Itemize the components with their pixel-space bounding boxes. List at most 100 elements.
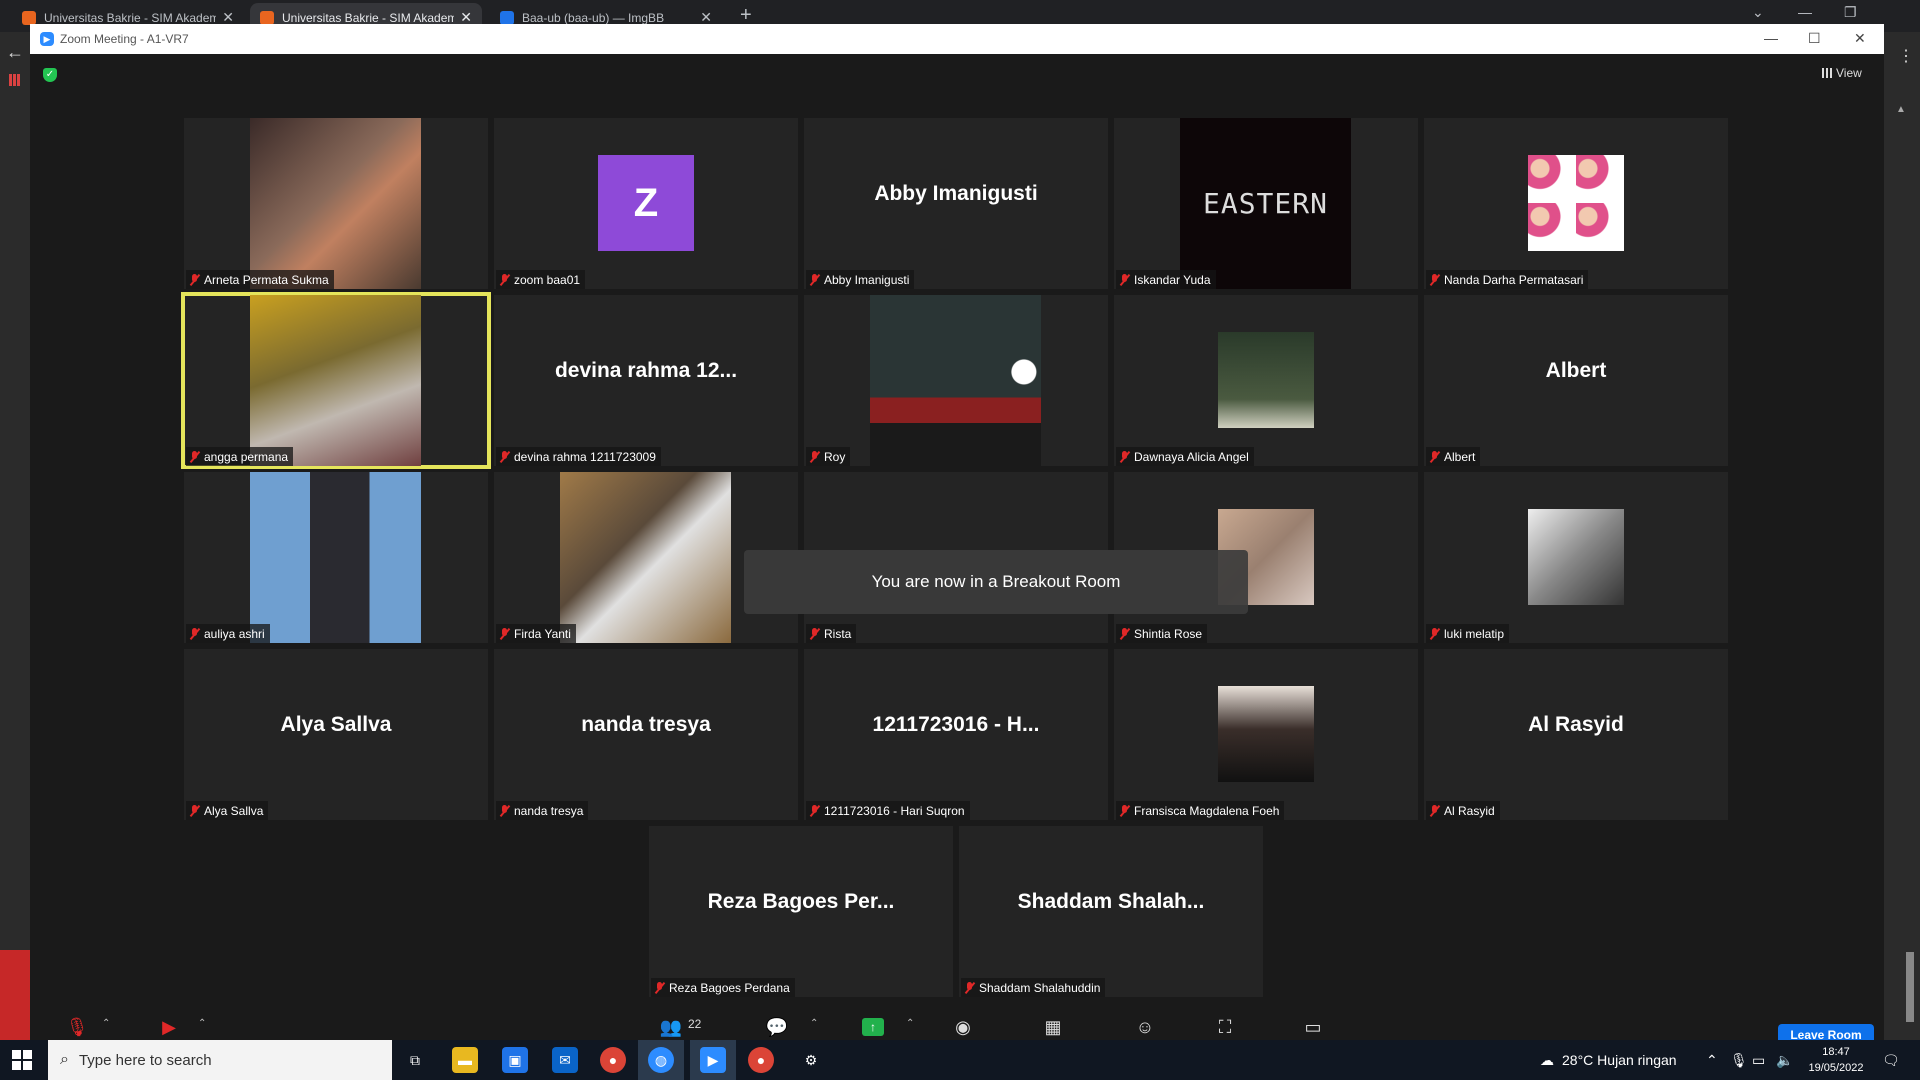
participant-display-name: devina rahma 12... (554, 358, 738, 382)
participant-tile[interactable]: Albert Albert (1424, 295, 1728, 466)
breakout-rooms-button[interactable]: ▦ (1040, 1014, 1066, 1040)
participant-nameplate: Abby Imanigusti (806, 270, 915, 289)
chat-button[interactable]: 💬 (764, 1014, 790, 1040)
participant-nameplate: Reza Bagoes Perdana (651, 978, 795, 997)
participant-tile[interactable]: 1211723016 - H... 1211723016 - Hari Suqr… (804, 649, 1108, 820)
participant-display-name: Shaddam Shalah... (1017, 889, 1205, 913)
muted-mic-icon (1120, 273, 1129, 286)
settings-gear-icon[interactable]: ⚙ (798, 1047, 824, 1073)
chat-options-chevron-icon[interactable]: ⌃ (810, 1018, 818, 1029)
participant-nameplate: Dawnaya Alicia Angel (1116, 447, 1254, 466)
participant-nameplate: Shaddam Shalahuddin (961, 978, 1106, 997)
store-icon[interactable]: ▣ (502, 1047, 528, 1073)
audio-options-chevron-icon[interactable]: ⌃ (102, 1018, 110, 1029)
mail-icon[interactable]: ✉ (552, 1047, 578, 1073)
volume-icon[interactable]: 🔈 (1776, 1040, 1793, 1080)
share-screen-button[interactable]: ↑ (862, 1018, 884, 1036)
participant-tile[interactable]: Alya Sallva Alya Sallva (184, 649, 488, 820)
start-video-button[interactable]: ▶ (156, 1014, 182, 1040)
participant-nameplate: Shintia Rose (1116, 624, 1208, 643)
muted-mic-icon (500, 450, 509, 463)
view-button[interactable]: View (1822, 66, 1862, 80)
minimize-icon[interactable]: — (1798, 4, 1812, 20)
participant-tile[interactable]: Arneta Permata Sukma (184, 118, 488, 289)
participant-tile[interactable]: Nanda Darha Permatasari (1424, 118, 1728, 289)
windows-start-icon[interactable] (12, 1050, 32, 1070)
participant-display-name: Reza Bagoes Per... (707, 889, 895, 913)
participant-nameplate: Rista (806, 624, 857, 643)
participant-tile[interactable]: EASTERN Iskandar Yuda (1114, 118, 1418, 289)
file-explorer-icon[interactable]: ▬ (452, 1047, 478, 1073)
tray-overflow-chevron-icon[interactable]: ⌃ (1706, 1040, 1718, 1080)
muted-mic-icon (810, 627, 819, 640)
whiteboard-button[interactable]: ▭ (1300, 1014, 1326, 1040)
participant-tile[interactable]: Al Rasyid Al Rasyid (1424, 649, 1728, 820)
notifications-icon[interactable]: 🗨 (1882, 1040, 1900, 1080)
record-button[interactable]: ◉ (950, 1014, 976, 1040)
university-favicon-icon (260, 10, 274, 25)
zoom-app-icon[interactable]: ▶ (700, 1047, 726, 1073)
minimize-icon[interactable]: — (1764, 30, 1778, 46)
grid-view-icon (1822, 68, 1832, 78)
participant-nameplate: auliya ashri (186, 624, 270, 643)
search-placeholder: Type here to search (78, 1051, 212, 1069)
unmute-button[interactable]: 🎙 (64, 1014, 90, 1040)
participant-tile[interactable]: nanda tresya nanda tresya (494, 649, 798, 820)
back-arrow-icon[interactable]: ← (6, 42, 24, 63)
reactions-button[interactable]: ☺ (1132, 1014, 1158, 1040)
taskbar-clock[interactable]: 18:47 19/05/2022 (1806, 1044, 1866, 1076)
app-icon[interactable]: ◍ (648, 1047, 674, 1073)
participant-nameplate: Fransisca Magdalena Foeh (1116, 801, 1285, 820)
microphone-icon[interactable]: 🎙 (1730, 1040, 1748, 1080)
task-view-icon[interactable]: ⧉ (402, 1047, 428, 1073)
video-feed-photo (870, 295, 1041, 466)
video-feed-photo (250, 118, 421, 289)
video-options-chevron-icon[interactable]: ⌃ (198, 1018, 206, 1029)
restore-icon[interactable]: ❐ (1844, 4, 1857, 21)
browser-menu-icon[interactable]: ⋮ (1898, 46, 1914, 66)
participant-nameplate: Firda Yanti (496, 624, 576, 643)
chrome-icon[interactable]: ● (600, 1047, 626, 1073)
participant-tile[interactable]: luki melatip (1424, 472, 1728, 643)
profile-photo (1218, 686, 1314, 782)
participant-tile[interactable]: Shaddam Shalah... Shaddam Shalahuddin (959, 826, 1263, 997)
muted-mic-icon (190, 627, 199, 640)
maximize-icon[interactable]: ☐ (1808, 30, 1821, 47)
network-icon[interactable]: ▭ (1752, 1040, 1765, 1080)
weather-widget[interactable]: ☁ 28°C Hujan ringan (1540, 1040, 1677, 1080)
participant-tile[interactable]: auliya ashri (184, 472, 488, 643)
participants-button[interactable]: 👥 (658, 1014, 684, 1040)
security-shield-icon[interactable]: ✓ (43, 68, 57, 82)
participant-tile-active-speaker[interactable]: angga permana (181, 292, 491, 469)
video-feed-photo (560, 472, 731, 643)
cloud-rain-icon: ☁ (1540, 1051, 1554, 1068)
zoom-window: ▶ Zoom Meeting - A1-VR7 — ☐ ✕ ✓ View Arn… (30, 24, 1884, 1064)
muted-mic-icon (1120, 627, 1129, 640)
participant-tile[interactable]: Fransisca Magdalena Foeh (1114, 649, 1418, 820)
participant-tile[interactable]: Abby Imanigusti Abby Imanigusti (804, 118, 1108, 289)
browser-tab-label: Baa-ub (baa-ub) — ImgBB (522, 10, 665, 25)
muted-mic-icon (500, 804, 509, 817)
participant-tile[interactable]: devina rahma 12... devina rahma 12117230… (494, 295, 798, 466)
scrollbar-thumb[interactable] (1906, 952, 1914, 1022)
chrome-profile-icon[interactable]: ● (748, 1047, 774, 1073)
participant-tile[interactable]: Roy (804, 295, 1108, 466)
participant-display-name: 1211723016 - H... (872, 712, 1040, 736)
tab-search-chevron-icon[interactable]: ⌄ (1752, 4, 1764, 21)
browser-tab-label: Universitas Bakrie - SIM Akadem (282, 10, 455, 25)
close-icon[interactable]: ✕ (1854, 30, 1866, 47)
apps-button[interactable]: ⛶ (1212, 1014, 1238, 1040)
browser-left-edge: ← (0, 32, 30, 1040)
muted-mic-icon (1120, 450, 1129, 463)
participant-tile[interactable]: Reza Bagoes Per... Reza Bagoes Perdana (649, 826, 953, 997)
taskbar-search-box[interactable]: ⌕ Type here to search (48, 1040, 392, 1080)
participant-tile[interactable]: Dawnaya Alicia Angel (1114, 295, 1418, 466)
participant-nameplate: angga permana (186, 447, 294, 466)
page-background-block (0, 950, 30, 1040)
participant-tile[interactable]: Z zoom baa01 (494, 118, 798, 289)
participant-nameplate: Al Rasyid (1426, 801, 1500, 820)
muted-mic-icon (810, 450, 819, 463)
apps-grid-icon[interactable] (9, 74, 21, 86)
scroll-up-icon[interactable]: ▲ (1896, 104, 1906, 115)
share-options-chevron-icon[interactable]: ⌃ (906, 1018, 914, 1029)
